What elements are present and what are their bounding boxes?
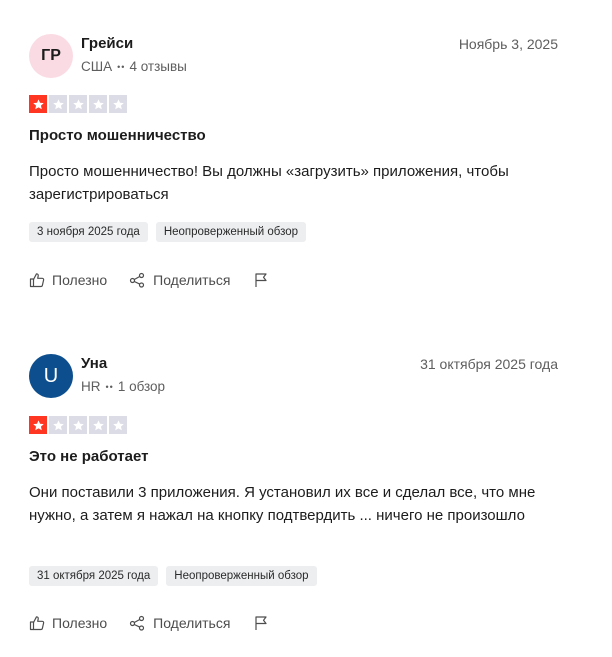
thumbs-up-icon (29, 615, 45, 631)
useful-label: Полезно (52, 615, 108, 631)
reviewer-country: США (81, 59, 113, 74)
separator-dots: •• (105, 381, 114, 392)
avatar-initials: U (43, 364, 59, 387)
star-icon (89, 416, 107, 434)
reviewer-country: HR (81, 379, 101, 394)
avatar[interactable]: ГР (29, 34, 73, 78)
avatar[interactable]: U (29, 354, 73, 398)
star-icon (109, 95, 127, 113)
flag-icon (254, 272, 268, 288)
reviewer-name[interactable]: Уна (81, 355, 107, 372)
thumbs-up-icon (29, 272, 45, 288)
star-icon (49, 95, 67, 113)
useful-button[interactable]: Полезно (29, 272, 107, 288)
reviewer-meta: США •• 4 отзывы (81, 59, 187, 74)
review-title[interactable]: Просто мошенничество (29, 127, 206, 144)
reviewer-review-count: 1 обзор (117, 379, 166, 394)
experience-date-tag: 3 ноября 2025 года (29, 222, 148, 242)
star-icon (69, 95, 87, 113)
avatar-initials: ГР (41, 47, 61, 64)
review-date: Ноябрь 3, 2025 (458, 36, 558, 52)
share-label: Поделиться (153, 615, 231, 631)
share-button[interactable]: Поделиться (129, 272, 230, 288)
star-icon (29, 95, 47, 113)
share-icon (129, 615, 146, 631)
star-icon (109, 416, 127, 434)
star-icon (29, 416, 47, 434)
separator-dots: •• (117, 61, 126, 72)
useful-label: Полезно (52, 272, 108, 288)
star-icon (69, 416, 87, 434)
review-title[interactable]: Это не работает (29, 448, 148, 465)
reviewer-meta: HR •• 1 обзор (81, 379, 165, 394)
reviewer-name[interactable]: Грейси (81, 35, 133, 52)
review-actions: Полезно Поделиться (29, 615, 268, 631)
star-rating (29, 416, 127, 434)
review-date: 31 октября 2025 года (420, 356, 558, 372)
share-label: Поделиться (153, 272, 231, 288)
report-button[interactable] (254, 615, 268, 631)
review-body: Они поставили 3 приложения. Я установил … (29, 484, 536, 524)
share-icon (129, 272, 146, 288)
experience-date-tag: 31 октября 2025 года (29, 566, 159, 586)
flag-icon (254, 615, 268, 631)
unverified-review-tag[interactable]: Неопроверженный обзор (166, 566, 317, 586)
unverified-review-tag[interactable]: Неопроверженный обзор (155, 222, 307, 242)
report-button[interactable] (254, 272, 268, 288)
star-icon (89, 95, 107, 113)
star-rating (29, 95, 127, 113)
review-actions: Полезно Поделиться (29, 272, 268, 288)
share-button[interactable]: Поделиться (129, 615, 230, 631)
review-body: Просто мошенничество! Вы должны «загрузи… (29, 163, 509, 203)
review-tags: 31 октября 2025 года Неопроверженный обз… (29, 566, 317, 586)
review-tags: 3 ноября 2025 года Неопроверженный обзор (29, 222, 307, 242)
star-icon (49, 416, 67, 434)
reviewer-review-count: 4 отзывы (129, 59, 187, 74)
useful-button[interactable]: Полезно (29, 615, 107, 631)
